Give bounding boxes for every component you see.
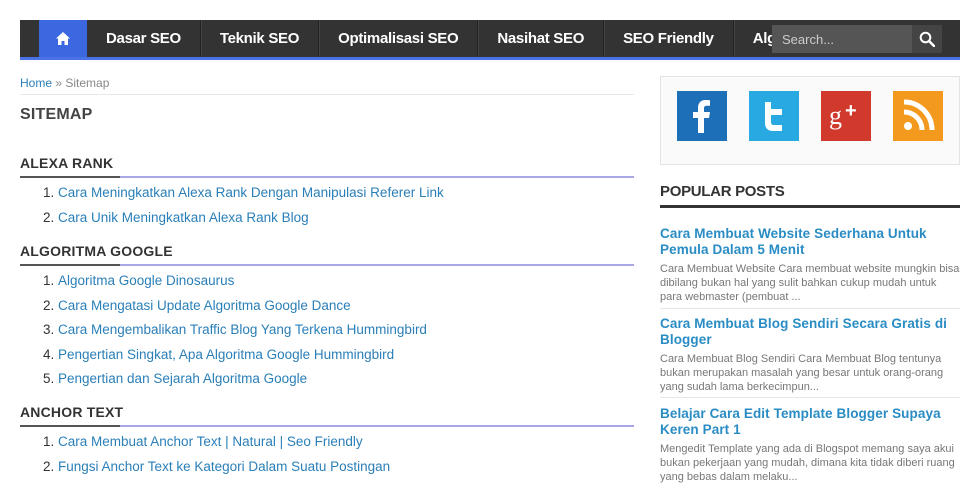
popular-post: Cara Membuat Blog Sendiri Secara Gratis …	[660, 316, 960, 394]
post-link[interactable]: Fungsi Anchor Text ke Kategori Dalam Sua…	[58, 459, 390, 474]
post-link[interactable]: Cara Meningkatkan Alexa Rank Dengan Mani…	[58, 185, 444, 200]
post-link[interactable]: Cara Mengatasi Update Algoritma Google D…	[58, 298, 351, 313]
breadcrumb: Home » Sitemap	[20, 76, 109, 90]
twitter-icon	[765, 102, 782, 131]
divider	[20, 94, 634, 95]
popular-post-title[interactable]: Cara Membuat Website Sederhana Untuk Pem…	[660, 226, 960, 258]
search-icon	[919, 31, 935, 47]
sitemap-section-alexa-rank: ALEXA RANK Cara Meningkatkan Alexa Rank …	[20, 154, 634, 233]
twitter-button[interactable]	[749, 91, 799, 141]
rss-icon	[903, 99, 935, 131]
post-link[interactable]: Pengertian Singkat, Apa Algoritma Google…	[58, 347, 394, 362]
list-item: Cara Mengembalikan Traffic Blog Yang Ter…	[58, 321, 634, 346]
popular-post: Belajar Cara Edit Template Blogger Supay…	[660, 406, 960, 484]
nav-item-teknik-seo[interactable]: Teknik SEO	[201, 20, 320, 57]
divider	[660, 397, 960, 398]
main-nav: Dasar SEO Teknik SEO Optimalisasi SEO Na…	[20, 20, 960, 60]
popular-post-excerpt: Mengedit Template yang ada di Blogspot m…	[660, 443, 955, 483]
post-link[interactable]: Algoritma Google Dinosaurus	[58, 273, 234, 288]
popular-post: Cara Membuat Website Sederhana Untuk Pem…	[660, 226, 960, 304]
section-heading: ANCHOR TEXT	[20, 403, 634, 427]
rss-button[interactable]	[893, 91, 943, 141]
search-button[interactable]	[912, 25, 942, 53]
facebook-icon	[693, 100, 710, 133]
popular-post-title[interactable]: Belajar Cara Edit Template Blogger Supay…	[660, 406, 960, 438]
svg-text:g: g	[829, 101, 842, 130]
facebook-button[interactable]	[677, 91, 727, 141]
nav-item-seo-friendly[interactable]: SEO Friendly	[604, 20, 734, 57]
nav-item-nasihat-seo[interactable]: Nasihat SEO	[478, 20, 605, 57]
list-item: Cara Mengatasi Update Algoritma Google D…	[58, 297, 634, 322]
popular-posts-heading: POPULAR POSTS	[660, 183, 960, 208]
popular-post-excerpt: Cara Membuat Website Cara membuat websit…	[660, 263, 960, 303]
breadcrumb-current: Sitemap	[65, 76, 110, 90]
list-item: Cara Membuat Anchor Text | Natural | Seo…	[58, 433, 634, 458]
google-plus-button[interactable]: g +	[821, 91, 871, 141]
section-heading: ALGORITMA GOOGLE	[20, 242, 634, 266]
home-button[interactable]	[39, 20, 87, 57]
post-link[interactable]: Cara Unik Meningkatkan Alexa Rank Blog	[58, 210, 309, 225]
nav-item-optimalisasi-seo[interactable]: Optimalisasi SEO	[319, 20, 479, 57]
list-item: Fungsi Anchor Text ke Kategori Dalam Sua…	[58, 458, 634, 483]
popular-post-excerpt: Cara Membuat Blog Sendiri Cara Membuat B…	[660, 353, 944, 393]
nav-item-dasar-seo[interactable]: Dasar SEO	[87, 20, 201, 57]
divider	[660, 308, 960, 309]
list-item: Cara Unik Meningkatkan Alexa Rank Blog	[58, 209, 634, 234]
svg-text:+: +	[845, 100, 857, 122]
breadcrumb-home-link[interactable]: Home	[20, 76, 52, 90]
list-item: Pengertian dan Sejarah Algoritma Google	[58, 370, 634, 395]
breadcrumb-separator: »	[52, 76, 66, 90]
post-list: Algoritma Google Dinosaurus Cara Mengata…	[20, 272, 634, 395]
search-input[interactable]	[772, 25, 912, 53]
sitemap-section-algoritma-google: ALGORITMA GOOGLE Algoritma Google Dinosa…	[20, 242, 634, 395]
section-heading: ALEXA RANK	[20, 154, 634, 178]
google-plus-icon: g +	[829, 100, 857, 130]
post-link[interactable]: Pengertian dan Sejarah Algoritma Google	[58, 371, 307, 386]
sitemap-section-anchor-text: ANCHOR TEXT Cara Membuat Anchor Text | N…	[20, 403, 634, 482]
list-item: Pengertian Singkat, Apa Algoritma Google…	[58, 346, 634, 371]
post-link[interactable]: Cara Membuat Anchor Text | Natural | Seo…	[58, 434, 363, 449]
home-icon	[56, 32, 70, 45]
post-list: Cara Meningkatkan Alexa Rank Dengan Mani…	[20, 184, 634, 233]
post-link[interactable]: Cara Mengembalikan Traffic Blog Yang Ter…	[58, 322, 427, 337]
list-item: Cara Meningkatkan Alexa Rank Dengan Mani…	[58, 184, 634, 209]
post-list: Cara Membuat Anchor Text | Natural | Seo…	[20, 433, 634, 482]
search-box	[772, 25, 942, 53]
nav-menu: Dasar SEO Teknik SEO Optimalisasi SEO Na…	[20, 20, 893, 57]
social-widget: g +	[660, 76, 960, 165]
page-title: SITEMAP	[20, 106, 93, 123]
list-item: Algoritma Google Dinosaurus	[58, 272, 634, 297]
popular-post-title[interactable]: Cara Membuat Blog Sendiri Secara Gratis …	[660, 316, 960, 348]
